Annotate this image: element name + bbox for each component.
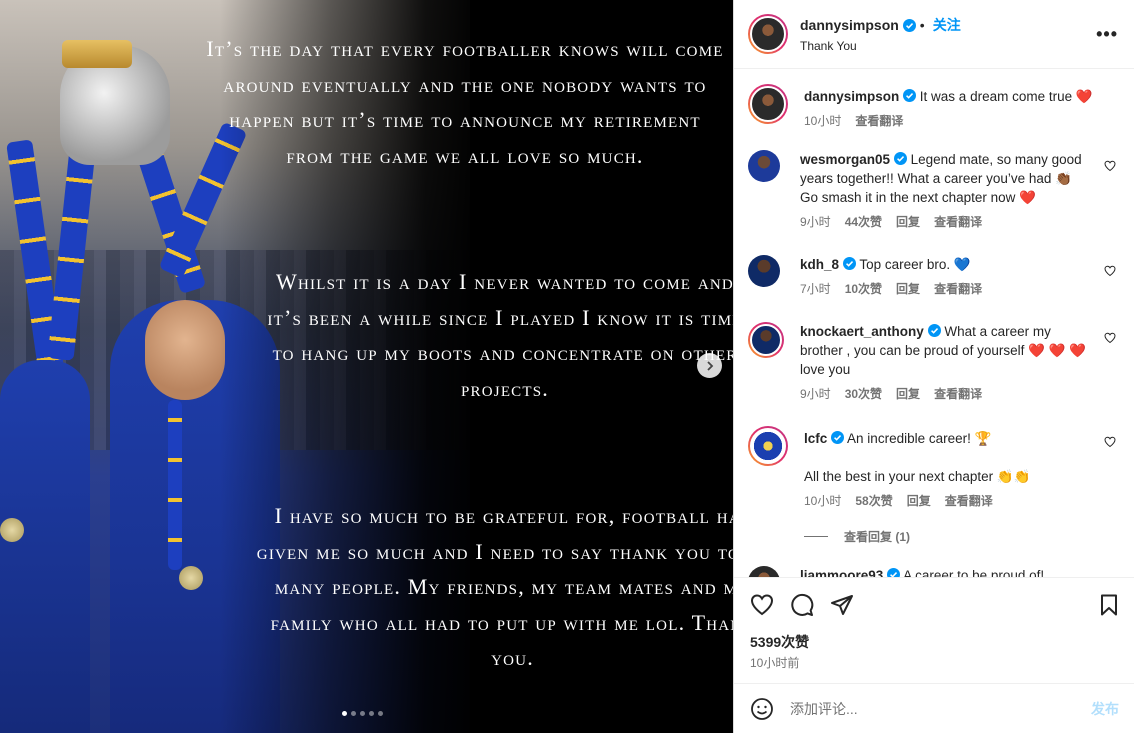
post-header: dannysimpson • 关注 Thank You ••• — [734, 0, 1134, 69]
comment-time[interactable]: 9小时 — [800, 213, 831, 232]
view-replies-button[interactable]: 查看回复 (1) — [804, 528, 910, 545]
post-side-panel: dannysimpson • 关注 Thank You ••• dannysim… — [733, 0, 1134, 733]
commenter-avatar[interactable] — [748, 566, 780, 577]
post-media[interactable]: It’s the day that every footballer knows… — [0, 0, 733, 733]
comment-item: liammoore93 A career to be proud of! — [748, 566, 1120, 577]
carousel-indicator — [342, 711, 383, 716]
see-translation-link[interactable]: 查看翻译 — [945, 492, 993, 511]
author-username[interactable]: dannysimpson — [800, 17, 899, 33]
see-translation-link[interactable]: 查看翻译 — [934, 385, 982, 404]
commenter-username[interactable]: knockaert_anthony — [800, 324, 924, 339]
comment-time[interactable]: 10小时 — [804, 492, 841, 511]
like-comment-icon[interactable] — [1104, 265, 1116, 277]
verified-badge-icon — [842, 257, 856, 270]
add-comment-input[interactable] — [790, 700, 1080, 717]
carousel-dot — [351, 711, 356, 716]
comment-likes[interactable]: 30次赞 — [845, 385, 882, 404]
comment-composer: 发布 — [734, 683, 1134, 733]
save-bookmark-icon[interactable] — [1097, 593, 1121, 617]
chevron-right-icon — [706, 360, 713, 371]
like-comment-icon[interactable] — [1104, 160, 1116, 172]
comment-item: knockaert_anthony What a career my broth… — [748, 322, 1120, 404]
heart-emoji: ❤️ — [1075, 89, 1093, 104]
comment-text: An incredible career! 🏆 — [847, 431, 992, 446]
slide-paragraph-3: I have so much to be grateful for, footb… — [256, 503, 733, 670]
see-translation-link[interactable]: 查看翻译 — [934, 213, 982, 232]
more-options-button[interactable]: ••• — [1096, 24, 1118, 45]
reply-button[interactable]: 回复 — [896, 280, 920, 299]
commenter-username[interactable]: wesmorgan05 — [800, 152, 890, 167]
comment-time[interactable]: 7小时 — [800, 280, 831, 299]
like-count[interactable]: 5399次赞 — [750, 632, 809, 652]
slide-paragraph-2: Whilst it is a day I never wanted to com… — [267, 269, 733, 401]
verified-badge-icon — [887, 568, 901, 577]
commenter-avatar[interactable] — [748, 426, 788, 466]
emoji-icon[interactable] — [750, 697, 774, 721]
comment-item: lcfc An incredible career! 🏆 All the bes… — [748, 426, 1120, 511]
verified-badge-icon — [893, 152, 907, 165]
separator-dot: • — [919, 17, 925, 33]
comment-item: kdh_8 Top career bro. 💙 7小时 10次赞 回复 查看翻译 — [748, 255, 1120, 299]
carousel-dot — [360, 711, 365, 716]
reply-button[interactable]: 回复 — [907, 492, 931, 511]
see-translation-link[interactable]: 查看翻译 — [934, 280, 982, 299]
commenter-avatar[interactable] — [748, 255, 780, 287]
slide-paragraph-1: It’s the day that every footballer knows… — [206, 36, 724, 168]
comment-text: A career to be proud of! — [903, 568, 1045, 577]
post-subtitle[interactable]: Thank You — [800, 39, 961, 53]
like-heart-icon[interactable] — [750, 593, 774, 617]
caption: dannysimpson It was a dream come true ❤️… — [748, 84, 1120, 131]
post-actions: 5399次赞 10小时前 — [734, 577, 1134, 683]
reply-button[interactable]: 回复 — [896, 385, 920, 404]
next-slide-button[interactable] — [697, 353, 722, 378]
commenter-username[interactable]: liammoore93 — [800, 568, 883, 577]
share-paper-plane-icon[interactable] — [830, 593, 854, 617]
replies-divider — [804, 536, 828, 537]
verified-badge-icon — [831, 431, 845, 444]
follow-button[interactable]: 关注 — [933, 15, 961, 35]
verified-badge-icon — [902, 18, 916, 32]
caption-text: It was a dream come true — [919, 89, 1073, 104]
commenter-username[interactable]: kdh_8 — [800, 257, 839, 272]
comment-likes[interactable]: 44次赞 — [845, 213, 882, 232]
comments-list[interactable]: dannysimpson It was a dream come true ❤️… — [734, 70, 1134, 577]
like-comment-icon[interactable] — [1104, 332, 1116, 344]
like-comment-icon[interactable] — [1104, 436, 1116, 448]
carousel-dot — [378, 711, 383, 716]
commenter-username[interactable]: lcfc — [804, 431, 827, 446]
view-replies-label: 查看回复 (1) — [844, 530, 911, 544]
comment-likes[interactable]: 10次赞 — [845, 280, 882, 299]
comment-bubble-icon[interactable] — [790, 593, 814, 617]
carousel-dot — [369, 711, 374, 716]
comment-likes[interactable]: 58次赞 — [855, 492, 892, 511]
post-timestamp[interactable]: 10小时前 — [750, 654, 799, 671]
see-translation-link[interactable]: 查看翻译 — [855, 112, 903, 131]
post-comment-button[interactable]: 发布 — [1091, 699, 1119, 719]
verified-badge-icon — [903, 89, 917, 102]
carousel-dot — [342, 711, 347, 716]
caption-username[interactable]: dannysimpson — [804, 89, 899, 104]
comment-item: wesmorgan05 Legend mate, so many good ye… — [748, 150, 1120, 232]
verified-badge-icon — [927, 324, 941, 337]
reply-button[interactable]: 回复 — [896, 213, 920, 232]
commenter-avatar[interactable] — [748, 150, 780, 182]
author-avatar[interactable] — [748, 84, 788, 124]
commenter-avatar[interactable] — [748, 322, 784, 358]
comment-time[interactable]: 9小时 — [800, 385, 831, 404]
comment-text-line-2: All the best in your next chapter 👏👏 — [804, 469, 1031, 484]
author-avatar[interactable] — [748, 14, 788, 54]
comment-time[interactable]: 10小时 — [804, 112, 841, 131]
comment-text: Top career bro. 💙 — [859, 257, 971, 272]
